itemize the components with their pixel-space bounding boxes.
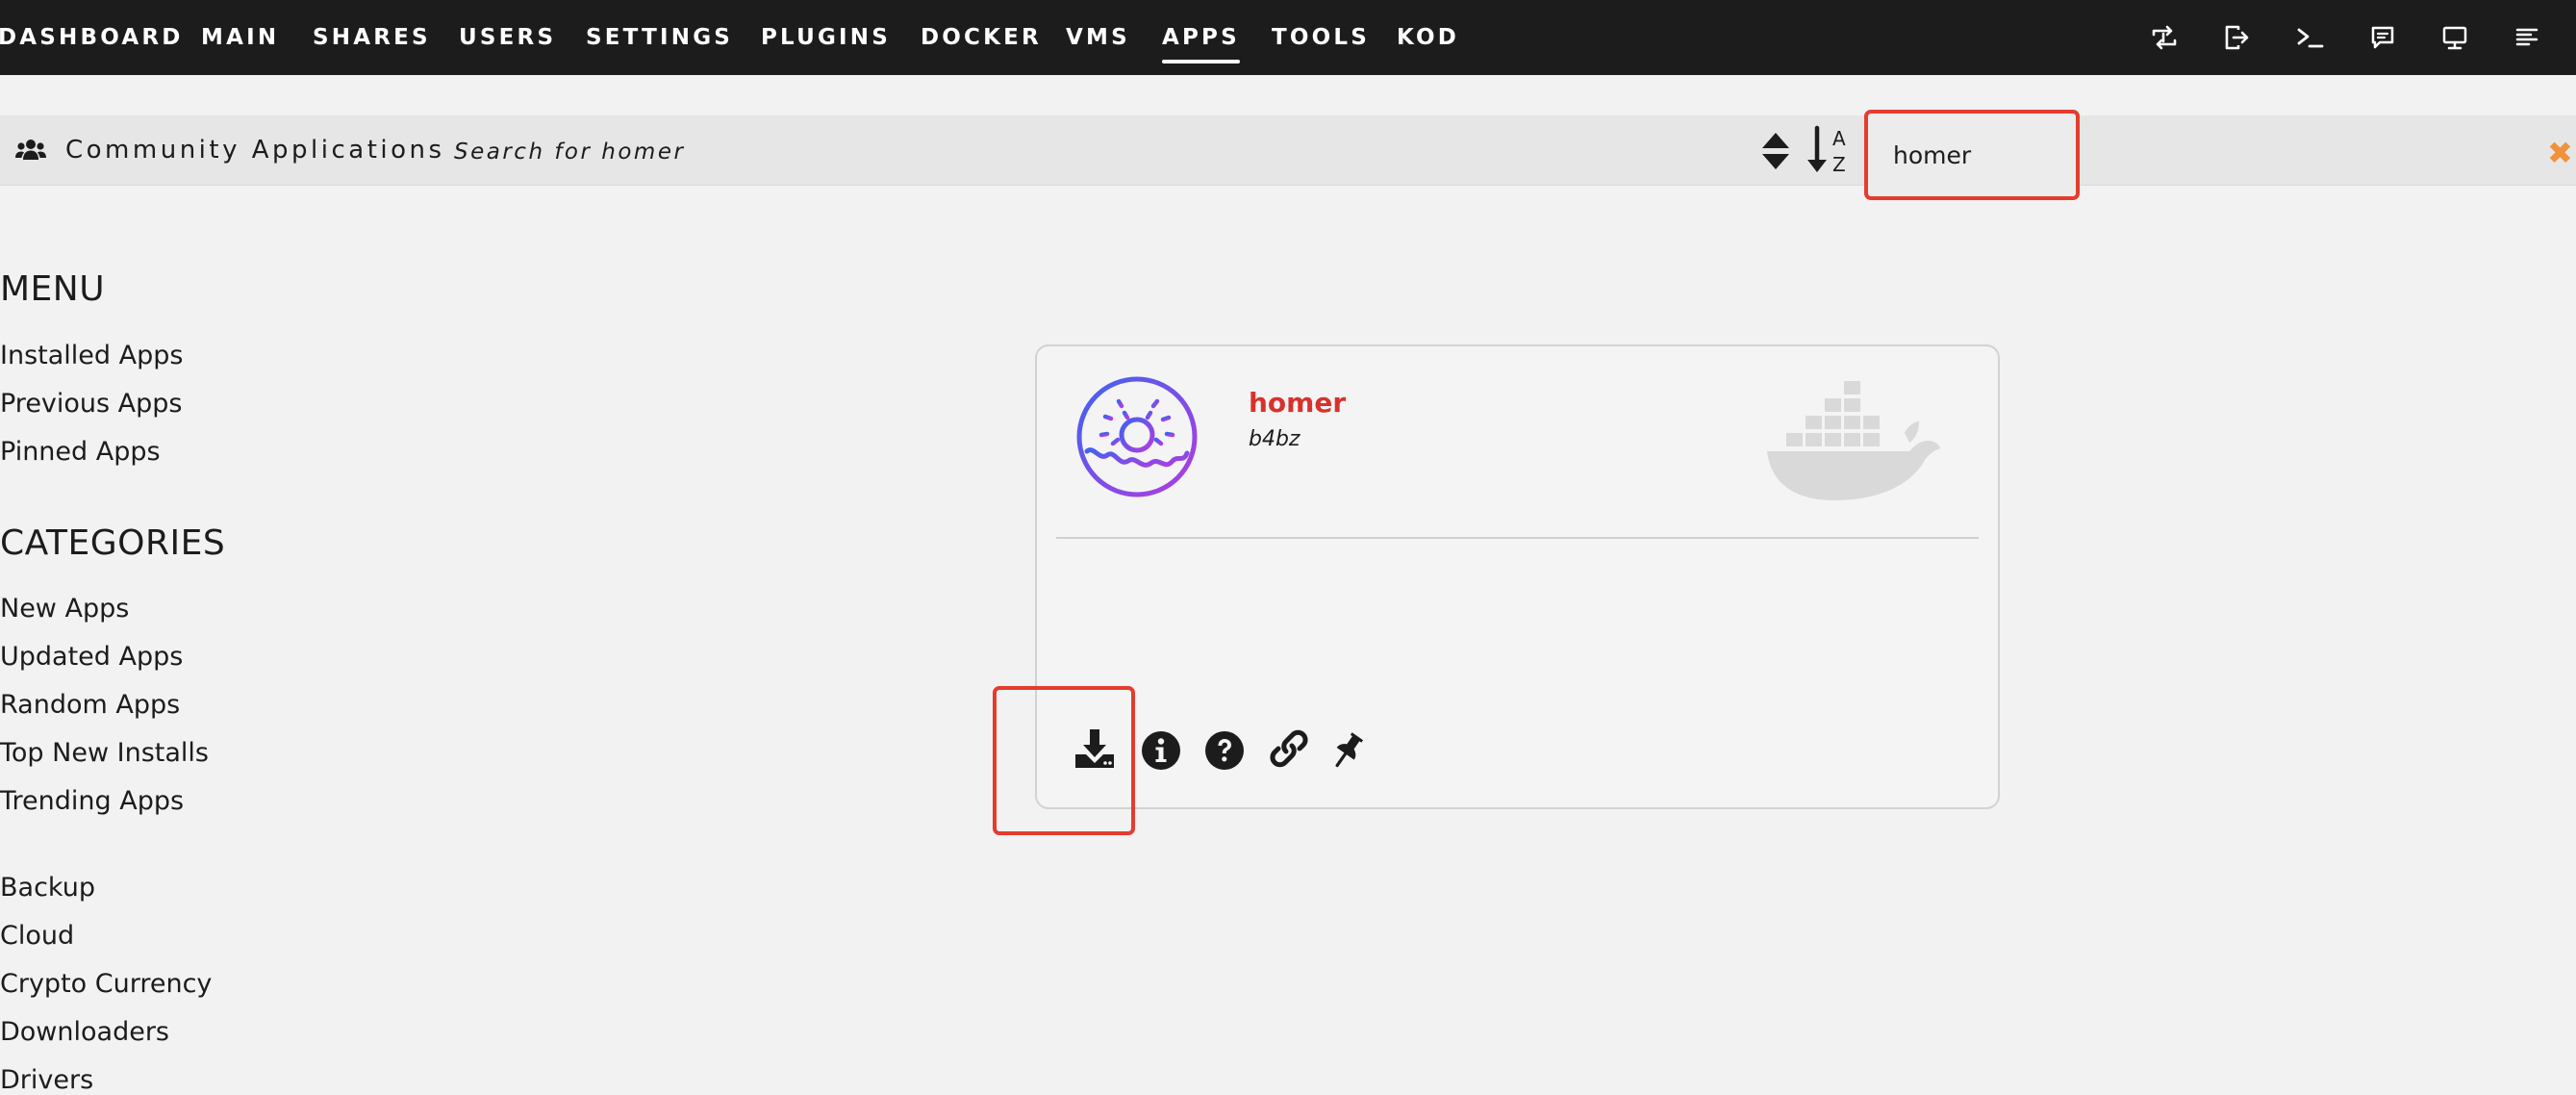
- tab-main[interactable]: MAIN: [201, 21, 279, 54]
- category-drivers[interactable]: Drivers: [0, 1065, 93, 1095]
- category-random-apps[interactable]: Random Apps: [0, 690, 180, 720]
- tab-dashboard[interactable]: DASHBOARD: [0, 21, 184, 54]
- category-cloud[interactable]: Cloud: [0, 921, 74, 951]
- info-icon[interactable]: [1141, 730, 1181, 771]
- menu-item-installed-apps[interactable]: Installed Apps: [0, 341, 183, 370]
- tab-plugins[interactable]: PLUGINS: [761, 21, 891, 54]
- categories-heading: CATEGORIES: [0, 523, 226, 563]
- category-new-apps[interactable]: New Apps: [0, 594, 129, 624]
- category-downloaders[interactable]: Downloaders: [0, 1017, 169, 1047]
- log-icon[interactable]: [2511, 21, 2543, 54]
- category-updated-apps[interactable]: Updated Apps: [0, 642, 183, 672]
- app-author[interactable]: b4bz: [1249, 427, 1300, 451]
- svg-text:Z: Z: [1832, 153, 1846, 176]
- title-bar: Community Applications Search for homer …: [0, 115, 2576, 186]
- menu-item-pinned-apps[interactable]: Pinned Apps: [0, 437, 161, 467]
- tab-docker[interactable]: DOCKER: [921, 21, 1042, 54]
- menu-heading: MENU: [0, 269, 106, 309]
- install-icon[interactable]: [1073, 727, 1116, 770]
- search-input[interactable]: [1864, 110, 2080, 200]
- feedback-icon[interactable]: [2366, 21, 2399, 54]
- top-navigation-bar: DASHBOARD MAIN SHARES USERS SETTINGS PLU…: [0, 0, 2576, 75]
- sort-alpha-icon[interactable]: A Z: [1805, 124, 1853, 178]
- docker-icon: [1765, 377, 1943, 502]
- category-top-new-installs[interactable]: Top New Installs: [0, 738, 209, 768]
- logout-icon[interactable]: [2220, 21, 2253, 54]
- tab-tools[interactable]: TOOLS: [1272, 21, 1370, 54]
- tab-shares[interactable]: SHARES: [313, 21, 431, 54]
- link-icon[interactable]: [1267, 726, 1311, 771]
- category-trending-apps[interactable]: Trending Apps: [0, 786, 184, 816]
- users-icon: [14, 134, 47, 166]
- sort-icon[interactable]: [1758, 130, 1793, 172]
- pin-icon[interactable]: [1329, 729, 1366, 772]
- tab-users[interactable]: USERS: [459, 21, 556, 54]
- terminal-icon[interactable]: [2294, 21, 2327, 54]
- switch-icon[interactable]: [2148, 21, 2181, 54]
- category-crypto-currency[interactable]: Crypto Currency: [0, 969, 212, 999]
- help-icon[interactable]: [1204, 730, 1245, 771]
- tab-vms[interactable]: VMS: [1066, 21, 1130, 54]
- svg-text:A: A: [1832, 127, 1846, 150]
- tab-apps[interactable]: APPS: [1162, 21, 1240, 64]
- donut-icon[interactable]: [1074, 374, 1200, 499]
- app-name-link[interactable]: homer: [1249, 387, 1346, 419]
- page-title: Community Applications: [65, 136, 445, 165]
- category-backup[interactable]: Backup: [0, 873, 95, 903]
- monitor-icon[interactable]: [2438, 21, 2471, 54]
- menu-item-previous-apps[interactable]: Previous Apps: [0, 389, 183, 419]
- tab-kod[interactable]: KOD: [1397, 21, 1459, 54]
- card-divider: [1056, 537, 1979, 539]
- tab-settings[interactable]: SETTINGS: [586, 21, 733, 54]
- close-icon[interactable]: ✖: [2547, 139, 2576, 167]
- search-label: Search for homer: [454, 140, 686, 165]
